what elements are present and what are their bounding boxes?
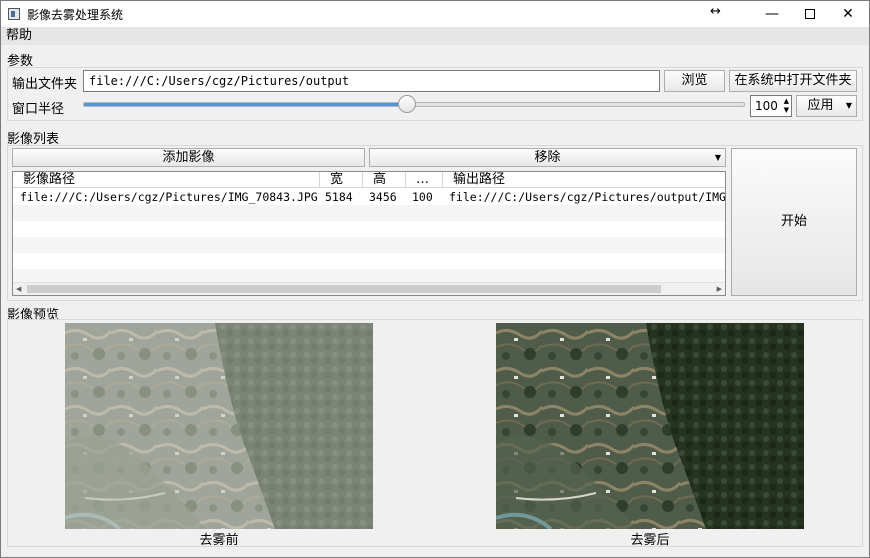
before-caption: 去雾前	[199, 533, 239, 548]
empty-row	[13, 237, 725, 253]
maximize-icon	[805, 9, 815, 19]
table-header: 影像路径 宽 高 … 输出路径	[13, 172, 725, 188]
main-window: 影像去雾处理系统 ↔ — ✕ 帮助 参数 输出文件夹 file:///C:/Us…	[0, 0, 870, 558]
menu-help[interactable]: 帮助	[6, 27, 32, 45]
cell-width: 5184	[325, 190, 353, 204]
table-row[interactable]: file:///C:/Users/cgz/Pictures/IMG_70843.…	[13, 189, 725, 205]
preview-after-image	[496, 323, 804, 529]
spin-arrows-icon[interactable]: ▲ ▼	[784, 97, 789, 115]
output-folder-label: 输出文件夹	[12, 77, 78, 92]
menu-bar: 帮助	[1, 27, 869, 45]
image-table[interactable]: 影像路径 宽 高 … 输出路径 file:///C:/Users/cgz/Pic…	[12, 171, 726, 296]
window-radius-label: 窗口半径	[12, 102, 65, 117]
window-radius-value: 100	[755, 99, 778, 113]
scroll-left-icon[interactable]: ◀	[16, 283, 21, 295]
column-header-output[interactable]: 输出路径	[443, 172, 725, 188]
scrollbar-thumb[interactable]	[27, 285, 661, 293]
cell-output: file:///C:/Users/cgz/Pictures/output/IMG…	[449, 190, 725, 204]
apply-button[interactable]: 应用 ▼	[796, 95, 857, 117]
cell-height: 3456	[369, 190, 397, 204]
minimize-icon: —	[765, 6, 779, 22]
column-header-width[interactable]: 宽	[320, 172, 363, 188]
window-radius-spinbox[interactable]: 100 ▲ ▼	[750, 95, 792, 117]
column-header-path[interactable]: 影像路径	[13, 172, 320, 188]
slider-fill	[84, 103, 408, 106]
maximize-button[interactable]	[791, 1, 829, 27]
horizontal-scrollbar[interactable]: ◀ ▶	[13, 282, 725, 295]
column-header-height[interactable]: 高	[363, 172, 406, 188]
empty-row	[13, 253, 725, 269]
window-title: 影像去雾处理系统	[27, 8, 124, 22]
add-image-button[interactable]: 添加影像	[12, 148, 365, 167]
close-icon: ✕	[842, 6, 854, 22]
open-folder-button[interactable]: 在系统中打开文件夹	[729, 70, 857, 92]
remove-label: 移除	[534, 150, 561, 165]
start-button[interactable]: 开始	[731, 148, 857, 296]
output-folder-input[interactable]: file:///C:/Users/cgz/Pictures/output	[83, 70, 660, 92]
empty-row	[13, 205, 725, 221]
chevron-down-icon: ▼	[714, 153, 721, 162]
remove-button[interactable]: 移除 ▼	[369, 148, 726, 167]
app-icon	[8, 8, 20, 20]
browse-button[interactable]: 浏览	[664, 70, 725, 92]
cell-extra: 100	[412, 190, 433, 204]
title-bar: 影像去雾处理系统 ↔ — ✕	[1, 1, 869, 27]
chevron-down-icon: ▼	[845, 101, 852, 110]
apply-label: 应用	[807, 98, 834, 113]
empty-row	[13, 221, 725, 237]
slider-handle[interactable]	[398, 95, 416, 113]
column-header-more[interactable]: …	[406, 172, 443, 188]
minimize-button[interactable]: —	[753, 1, 791, 27]
close-button[interactable]: ✕	[829, 1, 867, 27]
scroll-right-icon[interactable]: ▶	[717, 283, 722, 295]
preview-before-image	[65, 323, 373, 529]
resize-icon: ↔	[710, 4, 721, 19]
after-caption: 去雾后	[630, 533, 670, 548]
cell-path: file:///C:/Users/cgz/Pictures/IMG_70843.…	[20, 190, 318, 204]
